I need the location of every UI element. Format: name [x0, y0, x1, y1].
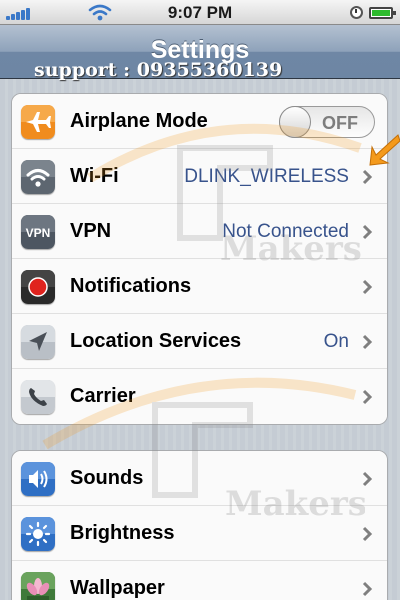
- notifications-label: Notifications: [70, 275, 192, 297]
- airplane-mode-toggle[interactable]: OFF: [279, 106, 375, 138]
- airplane-mode-label: Airplane Mode: [70, 110, 208, 132]
- settings-row-brightness[interactable]: Brightness: [12, 506, 387, 561]
- vpn-status-value: Not Connected: [222, 221, 349, 242]
- speaker-icon: [21, 462, 55, 496]
- settings-row-airplane-mode: Airplane Mode OFF: [12, 94, 387, 149]
- location-arrow-icon: [21, 325, 55, 359]
- wifi-icon: [21, 160, 55, 194]
- settings-row-carrier[interactable]: Carrier: [12, 369, 387, 424]
- wifi-network-value: DLINK_WIRELESS: [184, 166, 349, 187]
- location-services-label: Location Services: [70, 330, 242, 352]
- airplane-icon: [21, 105, 55, 139]
- brightness-label: Brightness: [70, 522, 175, 544]
- chevron-right-icon: [362, 389, 373, 405]
- settings-screen: 9:07 PM Settings support : 09355360139 A…: [0, 0, 400, 600]
- chevron-right-icon: [362, 526, 373, 542]
- chevron-right-icon: [362, 334, 373, 350]
- vpn-icon-text: VPN: [26, 226, 51, 240]
- settings-row-vpn[interactable]: VPN VPN Not Connected: [12, 204, 387, 259]
- settings-row-wifi[interactable]: Wi-Fi DLINK_WIRELESS: [12, 149, 387, 204]
- toggle-state-text: OFF: [322, 113, 358, 133]
- chevron-right-icon: [362, 169, 373, 185]
- sun-icon: [21, 517, 55, 551]
- settings-row-sounds[interactable]: Sounds: [12, 451, 387, 506]
- chevron-right-icon: [362, 581, 373, 597]
- phone-icon: [21, 380, 55, 414]
- status-bar: 9:07 PM: [0, 0, 400, 25]
- chevron-right-icon: [362, 279, 373, 295]
- wifi-label: Wi-Fi: [70, 165, 119, 187]
- settings-row-location-services[interactable]: Location Services On: [12, 314, 387, 369]
- chevron-right-icon: [362, 471, 373, 487]
- battery-icon: [369, 7, 396, 19]
- settings-row-notifications[interactable]: Notifications: [12, 259, 387, 314]
- sounds-label: Sounds: [70, 467, 144, 489]
- vpn-label: VPN: [70, 220, 112, 242]
- support-overlay-text: support : 09355360139: [34, 59, 283, 81]
- flower-icon: [21, 572, 55, 600]
- pointer-arrow-icon: [369, 134, 400, 166]
- location-services-value: On: [323, 331, 349, 352]
- settings-group-network: Airplane Mode OFF Wi-Fi DLINK_WIRELESS V…: [11, 93, 388, 425]
- settings-row-wallpaper[interactable]: Wallpaper: [12, 561, 387, 600]
- settings-group-device: Sounds Brightness Wallpaper: [11, 450, 388, 600]
- wallpaper-label: Wallpaper: [70, 577, 165, 599]
- status-time: 9:07 PM: [167, 3, 233, 22]
- toggle-knob: [279, 106, 311, 138]
- vpn-icon: VPN: [21, 215, 55, 249]
- carrier-label: Carrier: [70, 385, 136, 407]
- chevron-right-icon: [362, 224, 373, 240]
- clock-icon: [350, 6, 363, 19]
- notifications-icon: [21, 270, 55, 304]
